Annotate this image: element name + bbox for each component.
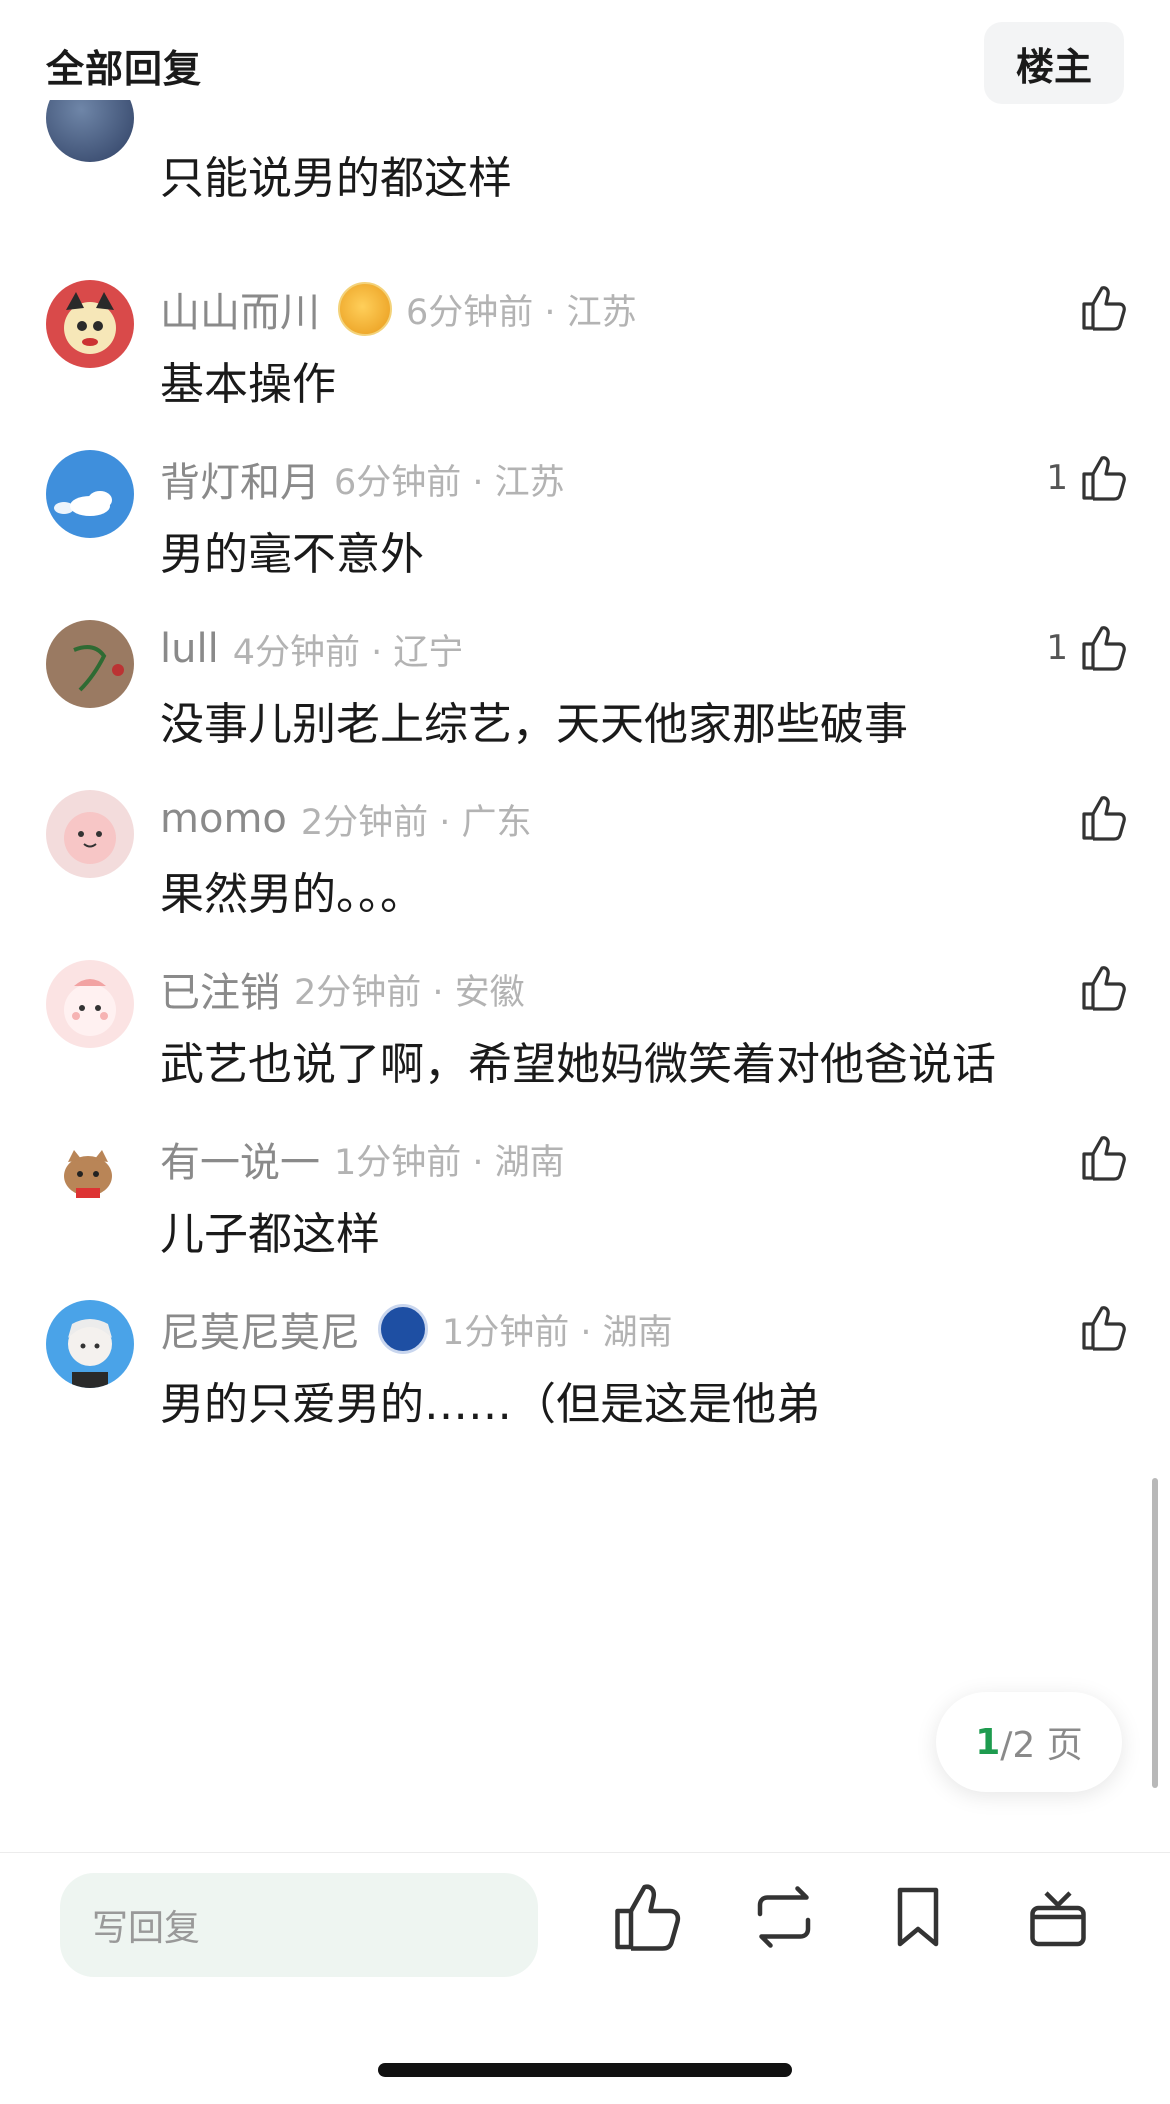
bottom-action-bar: 写回复 xyxy=(0,1852,1170,2104)
comment-meta: 6分钟前 · 江苏 xyxy=(406,292,637,333)
avatar[interactable] xyxy=(46,450,134,538)
username[interactable]: 背灯和月 xyxy=(160,450,320,508)
comment-meta: 4分钟前 · 辽宁 xyxy=(232,632,464,673)
lantern-badge-icon xyxy=(338,282,392,336)
header: 全部回复 楼主 xyxy=(0,0,1170,130)
owner-filter-button[interactable]: 楼主 xyxy=(984,22,1124,104)
reply-placeholder: 写回复 xyxy=(92,1908,201,1949)
comment-text: 男的只爱男的……（但是这是他弟 xyxy=(160,1379,820,1430)
bookmark-icon[interactable] xyxy=(882,1881,954,1953)
like-count: 1 xyxy=(1046,458,1068,498)
avatar[interactable] xyxy=(46,790,134,878)
avatar[interactable] xyxy=(46,620,134,708)
avatar[interactable] xyxy=(46,1300,134,1388)
like-button[interactable] xyxy=(1068,960,1126,1016)
thumb-up-icon xyxy=(1082,286,1126,331)
avatar[interactable] xyxy=(46,1130,134,1218)
thumb-up-icon xyxy=(1082,1136,1126,1181)
comment-text: 没事儿别老上综艺，天天他家那些破事 xyxy=(160,699,908,750)
thumb-up-icon xyxy=(1082,456,1126,501)
avatar[interactable] xyxy=(46,960,134,1048)
comment-meta: 1分钟前 · 湖南 xyxy=(334,1142,565,1183)
like-count: 1 xyxy=(1046,628,1068,668)
comment-text: 只能说男的都这样 xyxy=(160,153,512,204)
username[interactable]: 有一说一 xyxy=(160,1130,320,1188)
repost-icon[interactable] xyxy=(748,1881,820,1953)
pagination-indicator[interactable]: 1/2 页 xyxy=(936,1692,1122,1792)
like-button[interactable] xyxy=(1068,280,1126,336)
comment-meta: 2分钟前 · 广东 xyxy=(300,802,532,843)
username[interactable]: 山山而川 xyxy=(160,280,320,338)
thumb-up-icon xyxy=(1082,1306,1126,1351)
like-button[interactable] xyxy=(1068,1300,1126,1356)
username[interactable]: 已注销 xyxy=(160,960,280,1018)
username[interactable]: 尼莫尼莫尼 xyxy=(160,1300,360,1358)
username[interactable]: lull xyxy=(160,626,219,672)
comment-item: 尼莫尼莫尼 1分钟前 · 湖南 男的只爱男的……（但是这是他弟 xyxy=(0,1300,1170,1500)
scrollbar[interactable] xyxy=(1152,1478,1158,1788)
comment-text: 儿子都这样 xyxy=(160,1209,380,1260)
like-icon[interactable] xyxy=(610,1881,682,1953)
comment-meta: 1分钟前 · 湖南 xyxy=(442,1312,673,1353)
avatar[interactable] xyxy=(46,280,134,368)
reply-input[interactable]: 写回复 xyxy=(60,1873,538,1977)
like-button[interactable] xyxy=(1068,790,1126,846)
like-button[interactable] xyxy=(1068,1130,1126,1186)
page-title: 全部回复 xyxy=(46,47,203,91)
gift-icon[interactable] xyxy=(1022,1881,1094,1953)
username[interactable]: momo xyxy=(160,796,287,842)
comment-text: 果然男的。。。 xyxy=(160,869,424,920)
comment-meta: 6分钟前 · 江苏 xyxy=(334,462,565,503)
thumb-up-icon xyxy=(1082,796,1126,841)
current-page: 1 xyxy=(975,1721,1001,1763)
comment-text: 武艺也说了啊，希望她妈微笑着对他爸说话 xyxy=(160,1039,996,1090)
like-button[interactable]: 1 xyxy=(1046,620,1126,676)
like-button[interactable]: 1 xyxy=(1046,450,1126,506)
comment-text: 基本操作 xyxy=(160,359,336,410)
thumb-up-icon xyxy=(1082,966,1126,1011)
avatar[interactable] xyxy=(46,100,134,162)
home-indicator xyxy=(378,2063,792,2077)
comment-meta: 2分钟前 · 安徽 xyxy=(294,972,525,1013)
club-badge-icon xyxy=(378,1304,428,1354)
total-pages: /2 页 xyxy=(1000,1725,1083,1766)
comment-text: 男的毫不意外 xyxy=(160,529,424,580)
thumb-up-icon xyxy=(1082,626,1126,671)
